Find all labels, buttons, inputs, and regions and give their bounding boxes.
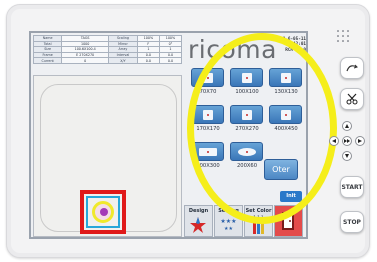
info-table-cell: Current — [32, 57, 63, 64]
highlight-annotation-ellipse — [187, 33, 337, 224]
design-info-table: Name TAGS Scaling 100% 100% Total 1000 Mirror F 0… — [32, 35, 183, 64]
start-button[interactable]: START — [340, 176, 364, 198]
info-table-cell: 0 — [61, 57, 110, 64]
fast-forward-icon — [343, 139, 350, 143]
star-icon — [190, 217, 206, 233]
down-arrow-button[interactable] — [342, 151, 352, 161]
svg-text:★★: ★★ — [224, 226, 233, 232]
info-table-row: Current 0 X/Y 0.0 0.0 — [32, 57, 183, 64]
scissors-icon — [346, 93, 358, 105]
right-arrow-icon — [358, 139, 362, 143]
up-arrow-icon — [345, 124, 349, 128]
needle-thread-button[interactable] — [340, 57, 364, 79]
info-table-cell: 0.0 — [158, 57, 183, 64]
trim-button[interactable] — [340, 88, 364, 110]
speaker-grille — [337, 30, 351, 46]
design-preview[interactable] — [33, 75, 182, 237]
fast-forward-button[interactable] — [342, 136, 352, 146]
left-arrow-icon — [332, 139, 336, 143]
left-arrow-button[interactable] — [329, 136, 339, 146]
stop-button[interactable]: STOP — [340, 211, 364, 233]
info-table-cell: X/Y — [108, 57, 138, 64]
down-arrow-icon — [345, 154, 349, 158]
design-center-mark — [100, 208, 108, 216]
right-arrow-button[interactable] — [355, 136, 365, 146]
thread-icon — [346, 64, 358, 72]
tab-design[interactable]: Design — [184, 205, 213, 237]
up-arrow-button[interactable] — [342, 121, 352, 131]
info-table-cell: 0.0 — [136, 57, 160, 64]
svg-text:★★★: ★★★ — [220, 218, 236, 225]
